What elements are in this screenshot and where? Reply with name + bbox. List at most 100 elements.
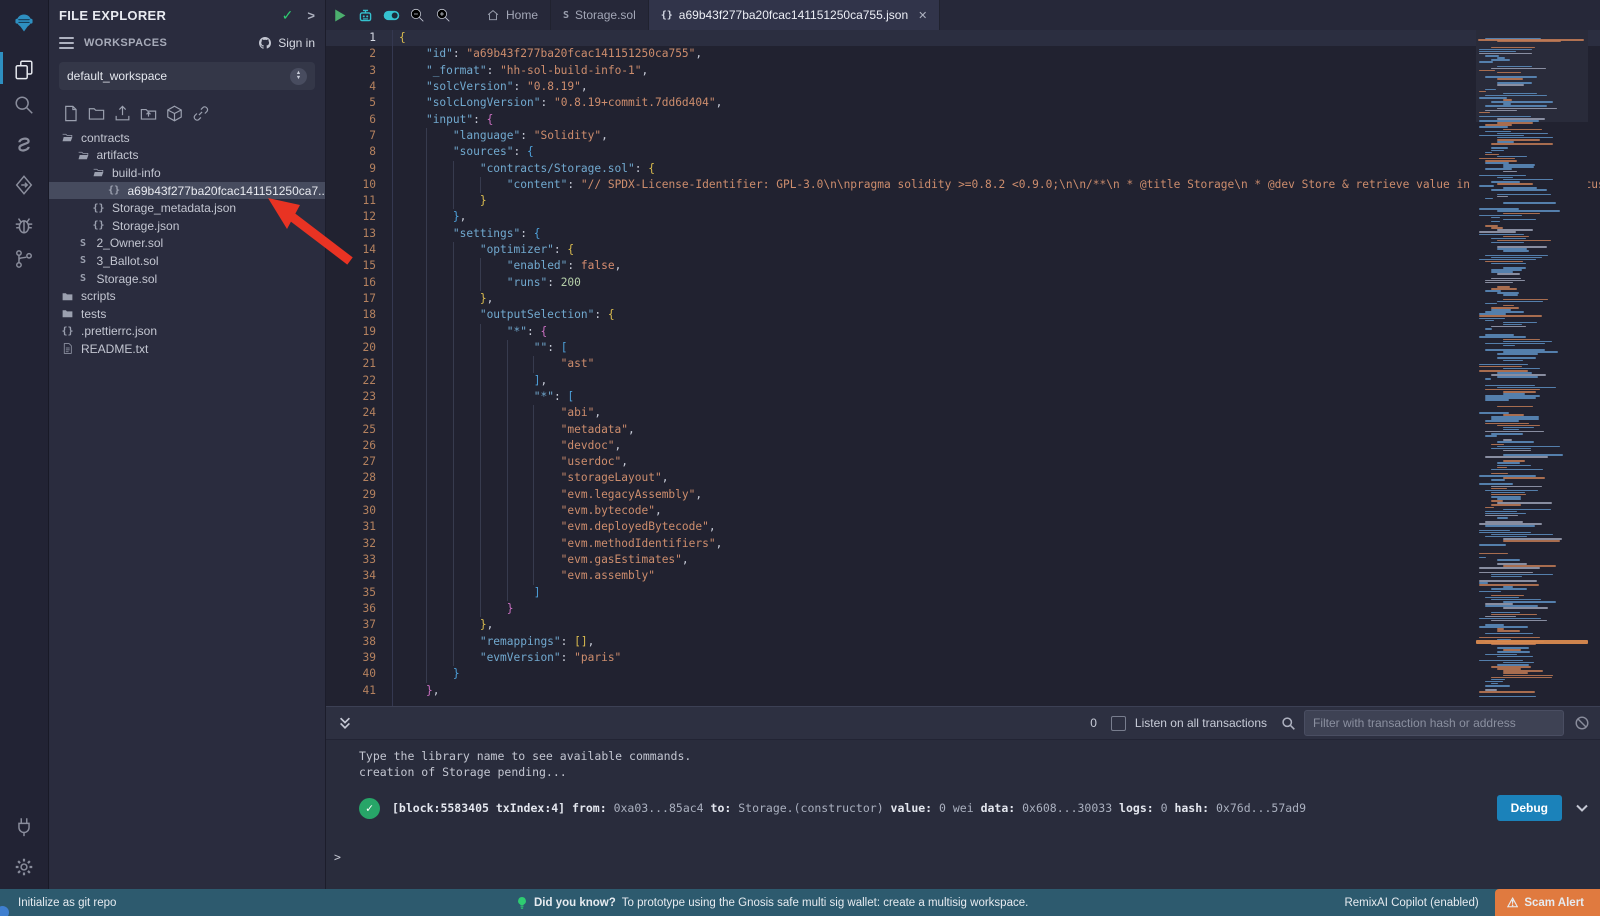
scam-alert-button[interactable]: ⚠ Scam Alert — [1495, 889, 1600, 916]
code-line-30[interactable]: "evm.bytecode", — [393, 503, 1600, 519]
code-line-8[interactable]: "sources": { — [393, 144, 1600, 160]
git-icon[interactable] — [0, 242, 48, 276]
line-number[interactable]: 38 — [326, 634, 392, 650]
line-number[interactable]: 3 — [326, 63, 392, 79]
minimap[interactable] — [1476, 30, 1588, 706]
debugger-icon[interactable] — [0, 208, 48, 242]
code-line-3[interactable]: "_format": "hh-sol-build-info-1", — [393, 63, 1600, 79]
code-line-39[interactable]: "evmVersion": "paris" — [393, 650, 1600, 666]
code-line-26[interactable]: "devdoc", — [393, 438, 1600, 454]
code-line-10[interactable]: "content": "// SPDX-License-Identifier: … — [393, 177, 1600, 193]
code-line-17[interactable]: }, — [393, 291, 1600, 307]
clone-link-icon[interactable] — [191, 104, 210, 123]
line-number[interactable]: 20 — [326, 340, 392, 356]
code-line-20[interactable]: "": [ — [393, 340, 1600, 356]
code-line-25[interactable]: "metadata", — [393, 422, 1600, 438]
code-line-34[interactable]: "evm.assembly" — [393, 568, 1600, 584]
line-number[interactable]: 31 — [326, 519, 392, 535]
code-line-2[interactable]: "id": "a69b43f277ba20fcac141151250ca755"… — [393, 46, 1600, 62]
code-line-31[interactable]: "evm.deployedBytecode", — [393, 519, 1600, 535]
code-line-23[interactable]: "*": [ — [393, 389, 1600, 405]
line-number[interactable]: 12 — [326, 209, 392, 225]
tree-item-3-ballot-sol[interactable]: S3_Ballot.sol — [49, 252, 325, 270]
ai-assistant-icon[interactable] — [352, 0, 378, 30]
upload-files-icon[interactable] — [113, 104, 132, 123]
code-line-41[interactable]: }, — [393, 683, 1600, 699]
check-icon[interactable]: ✓ — [282, 7, 294, 24]
line-number[interactable]: 23 — [326, 389, 392, 405]
code-line-18[interactable]: "outputSelection": { — [393, 307, 1600, 323]
line-number[interactable]: 1 — [326, 30, 392, 46]
tree-item--prettierrc-json[interactable]: {}.prettierrc.json — [49, 323, 325, 341]
code-line-7[interactable]: "language": "Solidity", — [393, 128, 1600, 144]
tree-item-readme-txt[interactable]: README.txt — [49, 340, 325, 358]
close-tab-icon[interactable]: ✕ — [918, 9, 927, 22]
line-number[interactable]: 19 — [326, 324, 392, 340]
code-line-28[interactable]: "storageLayout", — [393, 470, 1600, 486]
github-sign-in[interactable]: Sign in — [257, 35, 315, 51]
terminal-collapse-icon[interactable] — [338, 716, 352, 730]
line-number[interactable]: 15 — [326, 258, 392, 274]
line-number[interactable]: 40 — [326, 666, 392, 682]
line-number[interactable]: 13 — [326, 226, 392, 242]
line-number[interactable]: 26 — [326, 438, 392, 454]
line-number[interactable]: 18 — [326, 307, 392, 323]
line-number[interactable]: 34 — [326, 568, 392, 584]
line-number[interactable]: 32 — [326, 536, 392, 552]
code-line-12[interactable]: }, — [393, 209, 1600, 225]
chevron-right-icon[interactable]: > — [307, 8, 315, 23]
search-icon[interactable] — [1281, 716, 1296, 731]
code-line-37[interactable]: }, — [393, 617, 1600, 633]
code-line-1[interactable]: { — [393, 30, 1600, 46]
tree-item-storage-sol[interactable]: SStorage.sol — [49, 270, 325, 288]
line-number[interactable]: 25 — [326, 422, 392, 438]
line-number[interactable]: 10 — [326, 177, 392, 193]
zoom-out-icon[interactable] — [404, 0, 430, 30]
tree-item-storage-json[interactable]: {}Storage.json — [49, 217, 325, 235]
line-number[interactable]: 4 — [326, 79, 392, 95]
create-new-folder-icon[interactable] — [87, 104, 106, 123]
run-script-icon[interactable] — [326, 0, 352, 30]
code-line-5[interactable]: "solcLongVersion": "0.8.19+commit.7dd6d4… — [393, 95, 1600, 111]
search-icon[interactable] — [0, 88, 48, 122]
code-line-24[interactable]: "abi", — [393, 405, 1600, 421]
terminal-prompt[interactable]: > — [334, 850, 341, 864]
copilot-status[interactable]: RemixAI Copilot (enabled) — [1344, 897, 1478, 909]
clear-console-icon[interactable] — [1574, 715, 1590, 731]
code-editor[interactable]: 1234567891011121314151617181920212223242… — [326, 30, 1600, 706]
line-number[interactable]: 33 — [326, 552, 392, 568]
create-new-file-icon[interactable] — [61, 104, 80, 123]
code-line-32[interactable]: "evm.methodIdentifiers", — [393, 536, 1600, 552]
solidity-compiler-icon[interactable] — [0, 128, 48, 162]
line-number[interactable]: 36 — [326, 601, 392, 617]
zoom-in-icon[interactable] — [430, 0, 456, 30]
settings-icon[interactable] — [0, 850, 48, 884]
ipfs-import-icon[interactable] — [165, 104, 184, 123]
line-number[interactable]: 2 — [326, 46, 392, 62]
expand-transaction-icon[interactable] — [1574, 800, 1590, 816]
code-line-19[interactable]: "*": { — [393, 324, 1600, 340]
code-line-21[interactable]: "ast" — [393, 356, 1600, 372]
code-line-22[interactable]: ], — [393, 373, 1600, 389]
workspaces-menu-icon[interactable] — [59, 34, 74, 52]
git-init-action[interactable]: Initialize as git repo — [18, 897, 116, 909]
line-number[interactable]: 8 — [326, 144, 392, 160]
terminal-body[interactable]: Type the library name to see available c… — [326, 740, 1600, 890]
deploy-and-run-icon[interactable] — [0, 168, 48, 202]
editor-toggle-icon[interactable] — [378, 0, 404, 30]
code-line-36[interactable]: } — [393, 601, 1600, 617]
code-line-4[interactable]: "solcVersion": "0.8.19", — [393, 79, 1600, 95]
line-number[interactable]: 28 — [326, 470, 392, 486]
remix-logo-icon[interactable] — [0, 6, 48, 40]
line-number[interactable]: 22 — [326, 373, 392, 389]
code-line-15[interactable]: "enabled": false, — [393, 258, 1600, 274]
file-explorer-icon[interactable] — [0, 52, 48, 86]
line-number[interactable]: 39 — [326, 650, 392, 666]
tree-item-storage-metadata-json[interactable]: {}Storage_metadata.json — [49, 199, 325, 217]
code-line-9[interactable]: "contracts/Storage.sol": { — [393, 161, 1600, 177]
code-line-27[interactable]: "userdoc", — [393, 454, 1600, 470]
line-number[interactable]: 27 — [326, 454, 392, 470]
line-number[interactable]: 29 — [326, 487, 392, 503]
debug-button[interactable]: Debug — [1497, 795, 1562, 821]
workspace-select[interactable]: default_workspace ▲▼ — [59, 62, 315, 90]
